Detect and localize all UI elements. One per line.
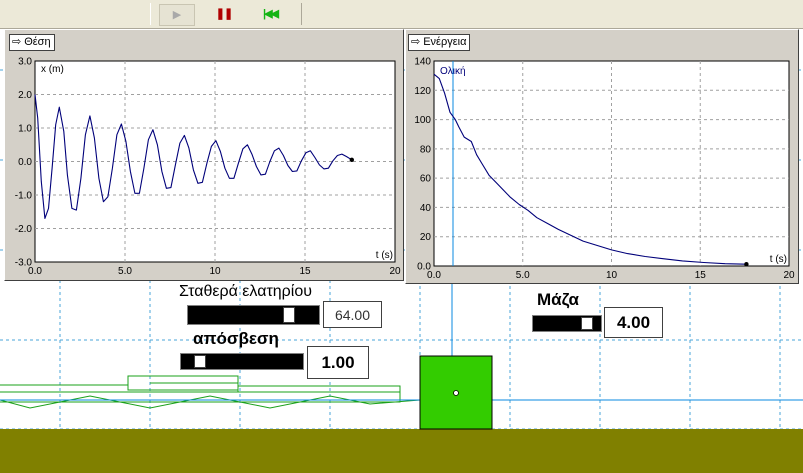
reset-button[interactable]: |◀◀ xyxy=(253,4,287,24)
y-tick-label: 2.0 xyxy=(18,90,32,101)
x-axis-label: t (s) xyxy=(770,254,787,265)
current-point xyxy=(349,157,354,163)
mass-label: Μάζα xyxy=(537,290,579,309)
spring-constant-label: Σταθερά ελατηρίου xyxy=(179,283,312,300)
x-tick-label: 15 xyxy=(299,266,311,277)
pause-button[interactable]: ❚❚ xyxy=(207,4,241,24)
y-tick-label: -3.0 xyxy=(15,258,33,269)
current-point xyxy=(744,262,749,267)
energy-chart-panel: ⇨ Ενέργεια 0.0 5.0 10 15 20 140 120 100 80 60 40 20… xyxy=(405,29,799,284)
position-chart-panel: ⇨ Θέση 0.0 5.0 10 15 20 3.0 2.0 1.0 0.0 -1.0 -2.0-… xyxy=(4,29,404,281)
x-axis-label: t (s) xyxy=(376,250,393,261)
x-tick-label: 10 xyxy=(209,266,221,277)
mass-value[interactable]: 4.00 xyxy=(604,307,663,338)
y-tick-label: 60 xyxy=(420,174,432,185)
damping-value[interactable]: 1.00 xyxy=(307,346,369,379)
x-tick-label: 5.0 xyxy=(118,266,132,277)
pause-icon: ❚❚ xyxy=(215,7,233,20)
y-tick-label: 1.0 xyxy=(18,124,32,135)
y-axis-label: x (m) xyxy=(41,64,64,75)
mass-center-point xyxy=(453,390,459,396)
spring-constant-value[interactable]: 64.00 xyxy=(323,301,382,328)
energy-chart: 0.0 5.0 10 15 20140120100806040200.0t (s)Ολι… xyxy=(414,57,795,282)
y-tick-label: 100 xyxy=(414,115,431,126)
rewind-to-start-icon: |◀◀ xyxy=(263,7,279,20)
y-tick-label: 80 xyxy=(420,144,432,155)
x-tick-label: 15 xyxy=(695,270,707,281)
series-label: Ολική xyxy=(440,65,466,77)
damping-slider-thumb[interactable] xyxy=(194,355,206,368)
spring-constant-slider[interactable] xyxy=(187,305,320,325)
playback-controls: ▶ ❚❚ |◀◀ xyxy=(150,3,302,26)
y-tick-label: 3.0 xyxy=(18,57,32,68)
y-tick-label: 120 xyxy=(414,86,431,97)
y-tick-label: 20 xyxy=(420,232,432,243)
spring-constant-slider-thumb[interactable] xyxy=(283,307,295,323)
y-tick-label: -1.0 xyxy=(15,191,33,202)
x-tick-label: 5.0 xyxy=(516,270,530,281)
y-tick-label: 0.0 xyxy=(18,157,32,168)
y-tick-label: -2.0 xyxy=(15,224,33,235)
ground xyxy=(0,429,803,473)
y-tick-label: 40 xyxy=(420,203,432,214)
y-tick-label: 0.0 xyxy=(417,262,431,273)
damping-slider[interactable] xyxy=(180,353,304,370)
mass-slider-thumb[interactable] xyxy=(581,317,593,330)
x-tick-label: 10 xyxy=(606,270,618,281)
position-chart: 0.0 5.0 10 15 203.02.01.00.0-1.0-2.0-3.0t (s… xyxy=(15,57,401,278)
play-button[interactable]: ▶ xyxy=(159,4,195,26)
mass-slider[interactable] xyxy=(532,315,602,332)
x-tick-label: 20 xyxy=(783,270,795,281)
damping-label: απόσβεση xyxy=(193,329,279,348)
toolbar: ▶ ❚❚ |◀◀ xyxy=(0,0,803,29)
play-icon: ▶ xyxy=(172,8,182,21)
x-tick-label: 20 xyxy=(389,266,401,277)
y-tick-label: 140 xyxy=(414,57,431,68)
